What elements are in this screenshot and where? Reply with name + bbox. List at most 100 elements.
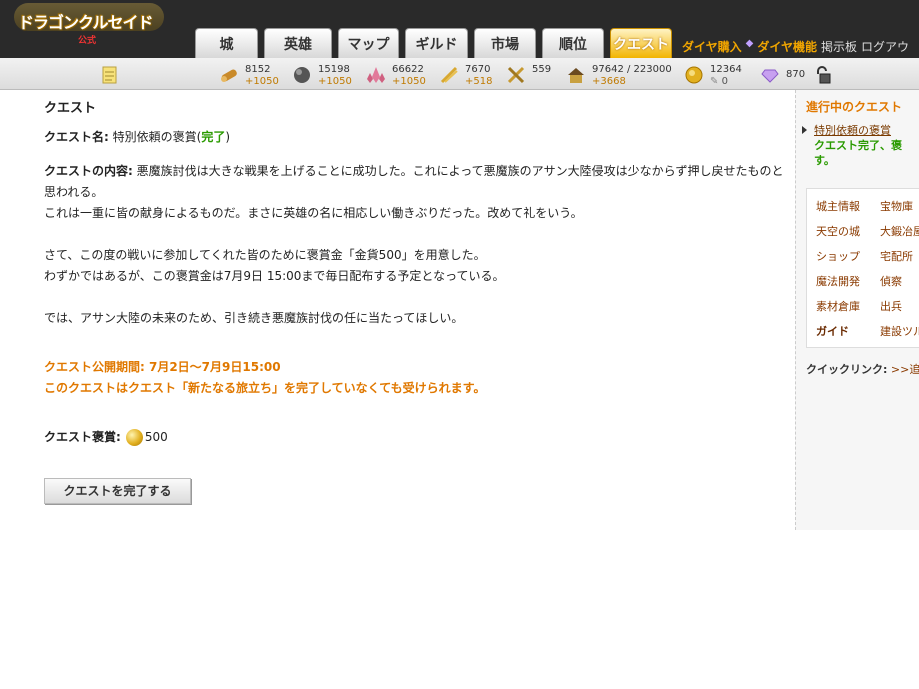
menu-lord-info[interactable]: 城主情報 — [816, 198, 860, 214]
stone-amount: 15198 — [318, 64, 350, 75]
tab-map[interactable]: マップ — [338, 28, 399, 58]
active-quest-link[interactable]: 特別依頼の褒賞 — [814, 123, 902, 138]
grain-stock-amount: 559 — [532, 64, 552, 75]
grain-stock-icon — [507, 66, 525, 84]
grain-rate: +518 — [465, 76, 493, 87]
main-nav-tabs: 城 英雄 マップ ギルド 市場 順位 クエスト — [195, 28, 672, 58]
reward-value: 500 — [144, 430, 168, 444]
lock-icon — [817, 66, 831, 84]
quest-reward: クエスト褒賞: 500 — [44, 427, 784, 448]
quicklink-label: クイックリンク: — [806, 363, 888, 376]
top-header: ドラゴンクルセイド 公式 城 英雄 マップ ギルド 市場 順位 クエスト ダイヤ… — [0, 0, 919, 58]
quest-period-block: クエスト公開期間: 7月2日～7月9日15:00 このクエストはクエスト「新たな… — [44, 357, 784, 399]
tab-heroes[interactable]: 英雄 — [264, 28, 332, 58]
wood-rate: +1050 — [245, 76, 279, 87]
quest-name-label: クエスト名: — [44, 130, 109, 144]
quicklink-row: クイックリンク: >>追加 — [806, 361, 919, 377]
menu-delivery[interactable]: 宅配所 — [880, 248, 913, 264]
quest-note: このクエストはクエスト「新たなる旅立ち」を完了していなくても受けられます。 — [44, 381, 486, 395]
buy-diamond-link[interactable]: ダイヤ購入 — [682, 38, 742, 55]
quest-name-row: クエスト名: 特別依頼の褒賞(完了) — [44, 127, 784, 148]
stone-rate: +1050 — [318, 76, 352, 87]
quest-detail: クエスト クエスト名: 特別依頼の褒賞(完了) クエストの内容: 悪魔族討伐は大… — [44, 98, 784, 504]
menu-dispatch[interactable]: 出兵 — [880, 298, 902, 314]
reward-label: クエスト褒賞: — [44, 430, 121, 444]
tab-quest[interactable]: クエスト — [610, 28, 672, 58]
quest-content-p1: 悪魔族討伐は大きな戦果を上げることに成功した。これによって悪魔族のアサン大陸侵攻… — [44, 164, 784, 199]
menu-guide[interactable]: ガイド — [816, 323, 849, 339]
resource-gold: 12364 ✎ 0 — [684, 62, 749, 88]
diamond-amount: 870 — [786, 69, 806, 80]
quest-content-p3: さて、この度の戦いに参加してくれた皆のために褒賞金「金貨500」を用意した。 — [44, 248, 486, 262]
resource-bar: 8152 +1050 15198 +1050 66622 +1050 7670 … — [0, 58, 919, 90]
menu-sky-castle[interactable]: 天空の城 — [816, 223, 860, 239]
status-close-paren: ) — [225, 130, 231, 144]
wood-amount: 8152 — [245, 64, 271, 75]
tab-ranking[interactable]: 順位 — [542, 28, 604, 58]
crystal-rate: +1050 — [392, 76, 426, 87]
active-quest-status: クエスト完了、褒 — [814, 139, 902, 152]
quest-content-block-2: さて、この度の戦いに参加してくれた皆のために褒賞金「金貨500」を用意した。 わ… — [44, 245, 784, 287]
memo-icon — [102, 66, 117, 84]
logout-link[interactable]: ログアウ — [861, 38, 909, 55]
menu-build-tool[interactable]: 建設ツル — [880, 323, 919, 339]
menu-magic-dev[interactable]: 魔法開発 — [816, 273, 860, 289]
sidebar-menu: 城主情報 宝物庫 天空の城 大鍛冶屋 ショップ 宅配所 魔法開発 偵察 素材倉庫… — [806, 188, 919, 348]
menu-shop[interactable]: ショップ — [816, 248, 860, 264]
resource-population: 97642 / 223000 +3668 — [566, 62, 681, 88]
population-icon — [568, 68, 584, 83]
tab-market[interactable]: 市場 — [474, 28, 536, 58]
active-quest-status-2: す。 — [814, 154, 835, 167]
stone-icon — [294, 67, 310, 83]
gold-rate: ✎ 0 — [710, 76, 728, 87]
gold-rate-value: 0 — [721, 76, 728, 87]
wood-icon — [221, 69, 237, 82]
crystal-amount: 66622 — [392, 64, 424, 75]
diamond-icon: ◆ — [745, 38, 754, 49]
gold-amount: 12364 — [710, 64, 742, 75]
grain-icon — [440, 66, 458, 84]
bullet-arrow-icon — [802, 126, 807, 134]
diamond-icon — [761, 69, 779, 83]
memo-button[interactable] — [100, 62, 120, 88]
population-rate: +3668 — [592, 76, 626, 87]
logo-subtext: 公式 — [78, 36, 97, 46]
quest-content-label: クエストの内容: — [44, 164, 133, 178]
complete-quest-button[interactable]: クエストを完了する — [44, 478, 191, 504]
menu-scout[interactable]: 偵察 — [880, 273, 902, 289]
quill-icon: ✎ — [710, 76, 719, 87]
resource-stone: 15198 +1050 — [292, 62, 362, 88]
right-sidebar: 進行中のクエスト 特別依頼の褒賞 クエスト完了、褒 す。 城主情報 宝物庫 天空… — [795, 90, 919, 530]
lock-button[interactable] — [812, 62, 834, 88]
menu-material-storage[interactable]: 素材倉庫 — [816, 298, 860, 314]
quicklink-add-link[interactable]: >>追加 — [891, 363, 919, 376]
quest-period: クエスト公開期間: 7月2日～7月9日15:00 — [44, 360, 281, 374]
diamond-feature-link[interactable]: ダイヤ機能 — [757, 38, 817, 55]
quest-content-p5: では、アサン大陸の未来のため、引き続き悪魔族討伐の任に当たってほしい。 — [44, 311, 464, 325]
resource-crystal: 66622 +1050 — [366, 62, 436, 88]
population-amount: 97642 / 223000 — [592, 64, 672, 75]
bbs-link[interactable]: 掲示板 — [821, 38, 857, 55]
resource-grain-stock: 559 — [506, 62, 561, 88]
quest-content-p2: これは一重に皆の献身によるものだ。まさに英雄の名に相応しい働きぶりだった。改めて… — [44, 206, 583, 220]
game-logo[interactable]: ドラゴンクルセイド 公式 — [14, 3, 164, 53]
active-quests-title: 進行中のクエスト — [806, 100, 903, 114]
tab-castle[interactable]: 城 — [195, 28, 258, 58]
quest-content: クエストの内容: 悪魔族討伐は大きな戦果を上げることに成功した。これによって悪魔… — [44, 161, 784, 224]
grain-amount: 7670 — [465, 64, 491, 75]
resource-diamond: 870 — [760, 62, 810, 88]
page-title: クエスト — [44, 101, 97, 116]
resource-grain: 7670 +518 — [439, 62, 504, 88]
active-quest-item: 特別依頼の褒賞 クエスト完了、褒 す。 — [802, 123, 902, 168]
top-links: ダイヤ購入 ◆ ダイヤ機能 掲示板 ログアウ — [682, 38, 909, 55]
gold-coin-icon — [685, 66, 703, 84]
status-badge: 完了 — [201, 130, 226, 144]
crystal-icon — [367, 67, 385, 83]
resource-wood: 8152 +1050 — [219, 62, 289, 88]
logo-text: ドラゴンクルセイド — [18, 13, 154, 32]
tab-guild[interactable]: ギルド — [405, 28, 468, 58]
quest-content-p4: わずかではあるが、この褒賞金は7月9日 15:00まで毎日配布する予定となってい… — [44, 269, 505, 283]
quest-name: 特別依頼の褒賞 — [112, 130, 197, 144]
menu-blacksmith[interactable]: 大鍛冶屋 — [880, 223, 919, 239]
menu-treasury[interactable]: 宝物庫 — [880, 198, 913, 214]
